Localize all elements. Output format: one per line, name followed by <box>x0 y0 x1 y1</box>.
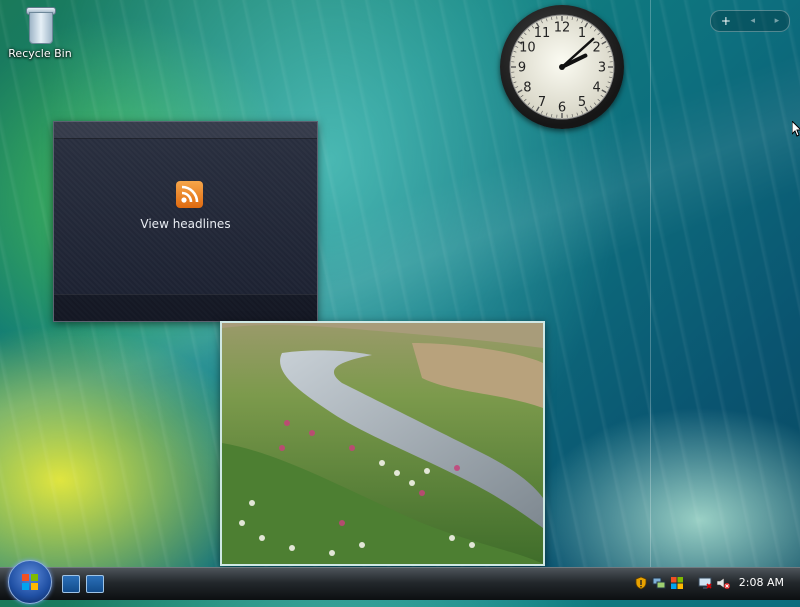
sidebar-divider <box>650 0 651 568</box>
rss-icon[interactable] <box>176 181 203 208</box>
clock-numeral: 6 <box>558 101 566 116</box>
clock-numeral: 9 <box>518 61 526 76</box>
clock-numeral: 7 <box>538 95 546 110</box>
clock-numeral: 2 <box>592 41 600 56</box>
clock-gadget[interactable]: 12 12 3 45678 9 1011 <box>500 5 624 129</box>
feed-header <box>54 122 317 139</box>
system-tray: 2:08 AM <box>628 568 800 600</box>
clock-numeral: 3 <box>598 61 606 76</box>
network-icon[interactable] <box>652 576 666 590</box>
previous-gadgets-button[interactable]: ◂ <box>751 16 756 26</box>
taskbar-clock[interactable]: 2:08 AM <box>739 576 784 589</box>
windows-start-icon <box>9 561 51 603</box>
clock-numeral: 11 <box>534 26 551 41</box>
clock-numeral: 12 <box>554 21 571 36</box>
clock-numeral: 10 <box>519 41 536 56</box>
clock-face: 12 12 3 45678 9 1011 <box>500 5 624 129</box>
taskbar: 2:08 AM <box>0 567 800 600</box>
add-gadget-button[interactable]: + <box>721 14 731 28</box>
mouse-cursor-icon <box>792 121 800 137</box>
recycle-bin-icon <box>25 4 55 44</box>
clock-numeral: 8 <box>523 81 531 96</box>
windows-update-icon[interactable] <box>670 576 684 590</box>
feed-headlines-gadget[interactable]: View headlines <box>53 121 318 322</box>
security-alert-icon[interactable] <box>634 576 648 590</box>
sidebar-controls: + ◂ ▸ <box>710 10 790 32</box>
slideshow-gadget[interactable] <box>220 321 545 566</box>
clock-numeral: 1 <box>578 26 586 41</box>
start-button[interactable] <box>8 560 52 604</box>
recycle-bin-label: Recycle Bin <box>6 47 74 60</box>
switch-windows-icon[interactable] <box>86 575 104 593</box>
next-gadgets-button[interactable]: ▸ <box>775 16 780 26</box>
display-icon[interactable] <box>698 576 712 590</box>
feed-footer <box>54 294 317 321</box>
clock-numeral: 4 <box>592 81 600 96</box>
slideshow-image <box>222 323 543 564</box>
view-headlines-link[interactable]: View headlines <box>54 217 317 231</box>
clock-numeral: 5 <box>578 95 586 110</box>
volume-muted-icon[interactable] <box>716 576 730 590</box>
recycle-bin[interactable]: Recycle Bin <box>6 2 74 60</box>
show-desktop-icon[interactable] <box>62 575 80 593</box>
